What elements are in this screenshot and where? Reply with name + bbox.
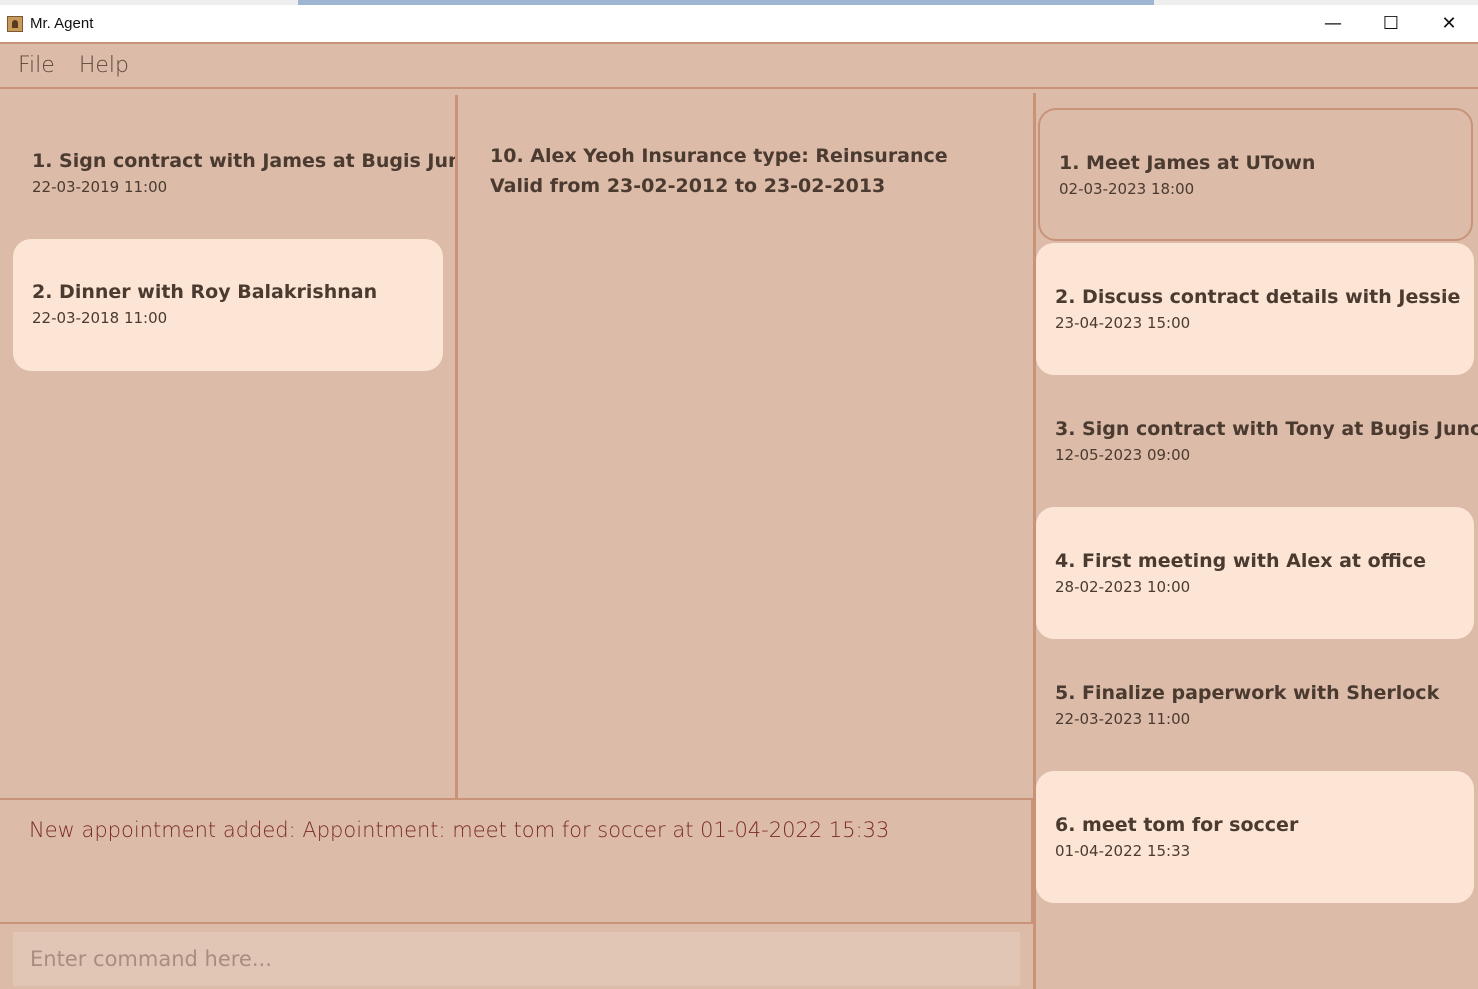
appointment-datetime: 22-03-2023 11:00 [1055, 710, 1191, 728]
policy-header: 10. Alex Yeoh Insurance type: Reinsuranc… [490, 145, 948, 167]
appointment-title: 6. meet tom for soccer [1055, 814, 1299, 836]
result-message: New appointment added: Appointment: meet… [29, 818, 890, 842]
appointment-item[interactable]: 6. meet tom for soccer 01-04-2022 15:33 [1036, 771, 1474, 903]
appointment-item[interactable]: 3. Sign contract with Tony at Bugis Junc… [1036, 375, 1478, 507]
close-button[interactable]: ✕ [1420, 5, 1478, 42]
menu-help[interactable]: Help [79, 53, 129, 78]
policy-item[interactable]: 10. Alex Yeoh Insurance type: Reinsuranc… [490, 145, 948, 197]
policy-validity: Valid from 23-02-2012 to 23-02-2013 [490, 175, 886, 197]
client-appointments-panel: 1. Sign contract with James at Bugis Jun… [0, 90, 515, 798]
command-input[interactable] [13, 932, 1020, 986]
appointment-item[interactable]: 5. Finalize paperwork with Sherlock 22-0… [1036, 639, 1474, 771]
appointment-title: 3. Sign contract with Tony at Bugis Junc… [1055, 418, 1478, 440]
appointment-item[interactable]: 4. First meeting with Alex at office 28-… [1036, 507, 1474, 639]
minimize-button[interactable]: — [1304, 5, 1362, 42]
result-display: New appointment added: Appointment: meet… [0, 798, 1033, 924]
command-box [0, 924, 1033, 989]
item-datetime: 22-03-2019 11:00 [32, 178, 168, 196]
appointment-title: 5. Finalize paperwork with Sherlock [1055, 682, 1440, 704]
appointment-item[interactable]: 2. Discuss contract details with Jessie … [1036, 243, 1474, 375]
menu-file[interactable]: File [18, 53, 55, 78]
appointment-title: 1. Meet James at UTown [1059, 152, 1316, 174]
appointment-title: 4. First meeting with Alex at office [1055, 550, 1427, 572]
title-bar: Mr. Agent — ☐ ✕ [0, 5, 1478, 42]
appointment-datetime: 02-03-2023 18:00 [1059, 180, 1195, 198]
item-datetime: 22-03-2018 11:00 [32, 309, 168, 327]
item-title: 2. Dinner with Roy Balakrishnan [32, 281, 378, 303]
window-title: Mr. Agent [30, 15, 94, 32]
window-controls: — ☐ ✕ [1304, 5, 1478, 42]
appointment-title: 2. Discuss contract details with Jessie [1055, 286, 1461, 308]
item-title: 1. Sign contract with James at Bugis Jun… [32, 150, 515, 172]
appointment-datetime: 28-02-2023 10:00 [1055, 578, 1191, 596]
list-item[interactable]: 2. Dinner with Roy Balakrishnan 22-03-20… [13, 239, 443, 371]
appointment-item[interactable]: 1. Meet James at UTown 02-03-2023 18:00 [1038, 108, 1473, 241]
app-icon [7, 15, 23, 32]
menu-bar: File Help [0, 42, 1478, 89]
appointment-list-panel: 1. Meet James at UTown 02-03-2023 18:00 … [1036, 90, 1478, 989]
appointment-datetime: 23-04-2023 15:00 [1055, 314, 1191, 332]
appointment-datetime: 01-04-2022 15:33 [1055, 842, 1191, 860]
appointment-datetime: 12-05-2023 09:00 [1055, 446, 1191, 464]
maximize-button[interactable]: ☐ [1362, 5, 1420, 42]
policy-panel: 10. Alex Yeoh Insurance type: Reinsuranc… [458, 90, 1033, 798]
